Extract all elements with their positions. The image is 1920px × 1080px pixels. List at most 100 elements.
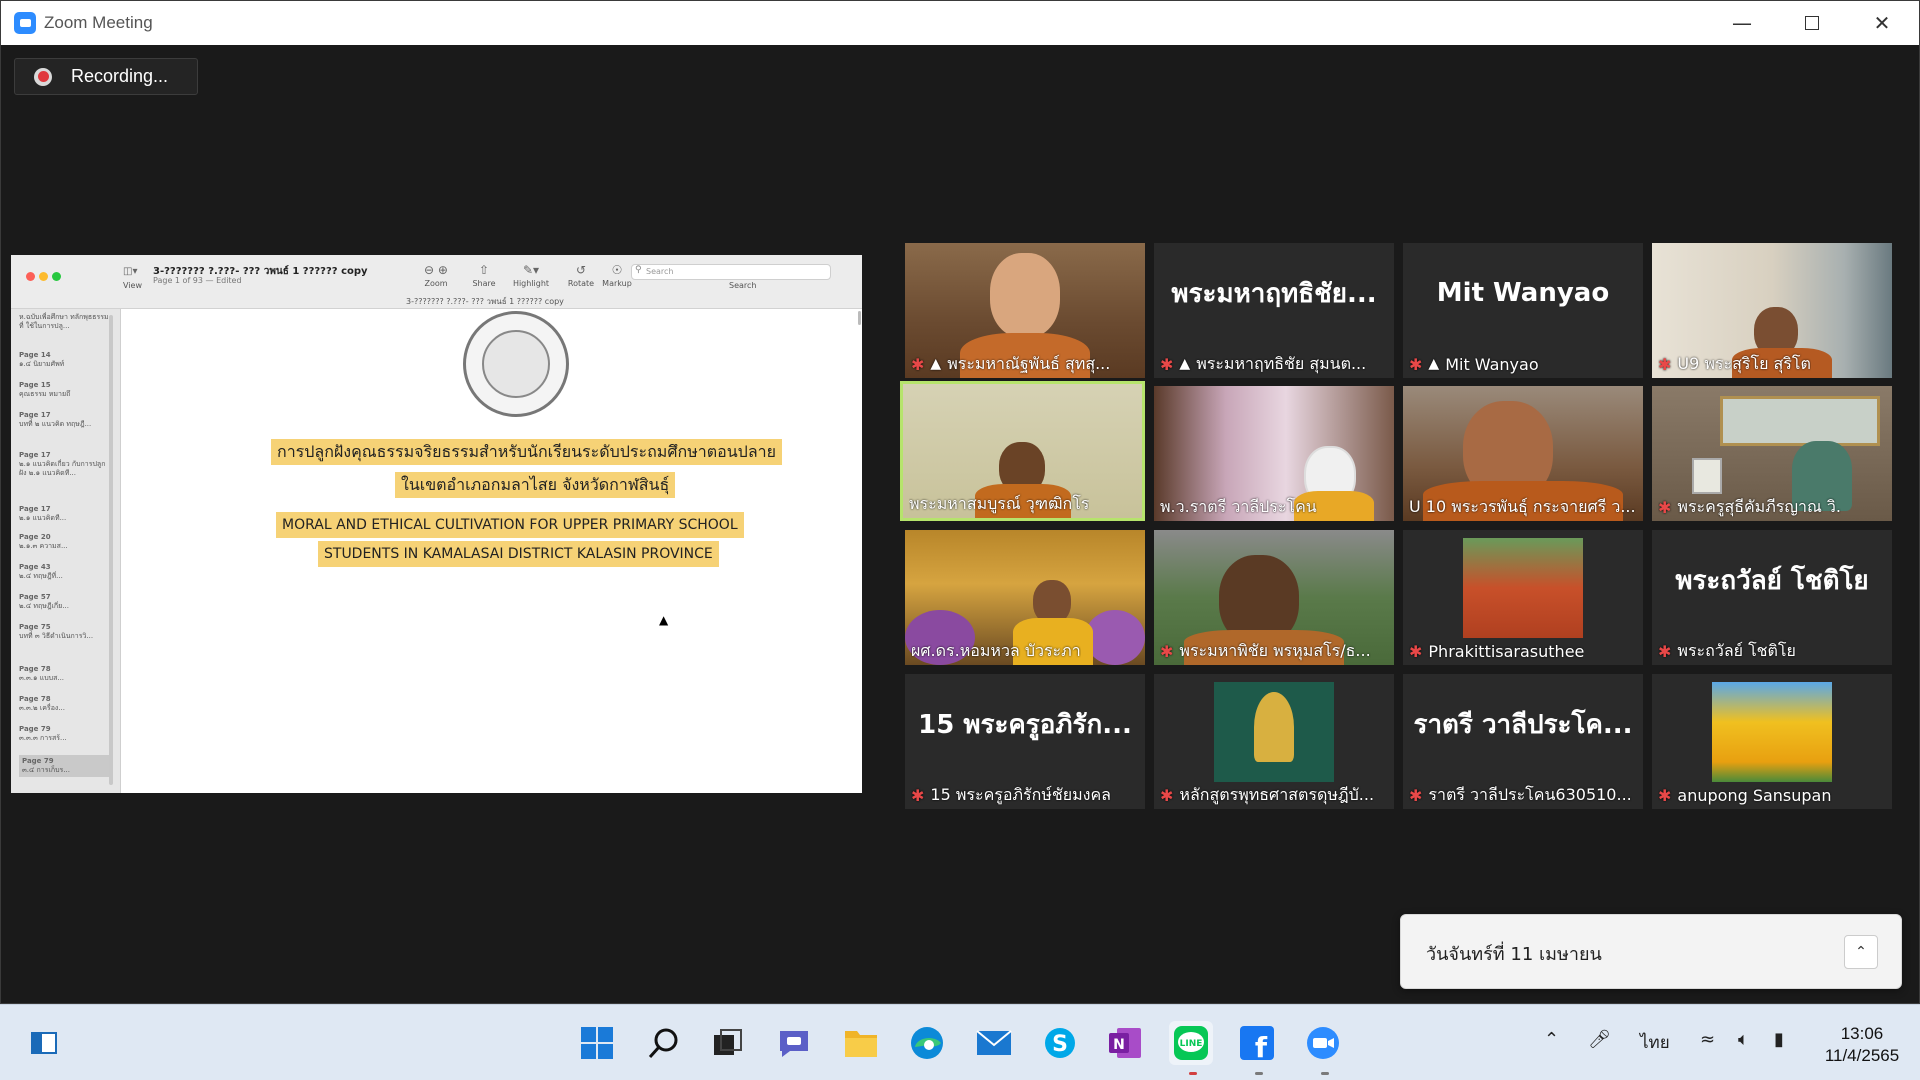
zoom-tool-label: Zoom (424, 279, 448, 288)
skype-button[interactable]: S (1038, 1021, 1082, 1065)
participant-tile[interactable]: ✱ หลักสูตรพุทธศาสตรดุษฎีบั... (1154, 674, 1394, 809)
sidebar-page: Page 78 (19, 695, 51, 703)
sidebar-entry[interactable]: Page 15 คุณธรรม หมายถึ (19, 381, 109, 399)
wifi-icon[interactable]: ≈ (1700, 1029, 1715, 1050)
sidebar-entry[interactable]: Page 78 ๓.๓.๒ เครื่อง... (19, 695, 109, 713)
zoom-app-icon (14, 12, 36, 34)
participant-name: ✱ ราตรี วาลีประโคน630510... (1409, 781, 1632, 809)
rotate-tool[interactable]: ↺ Rotate (561, 263, 601, 288)
edge-button[interactable] (905, 1021, 949, 1065)
sidebar-entry[interactable]: Page 43 ๒.๔ ทฤษฎีที่... (19, 563, 109, 581)
facebook-button[interactable]: f (1235, 1021, 1279, 1065)
expand-chevron-up-icon[interactable]: ⌃ (1844, 935, 1878, 969)
title-bar: Zoom Meeting — ✕ (1, 1, 1919, 45)
participant-tile[interactable]: ผศ.ดร.หอมหวล บัวระภา (905, 530, 1145, 665)
participant-name-text: พระมหาพิชัย พรหุมสโร/ธ... (1179, 640, 1371, 660)
highlight-tool[interactable]: ✎▾ Highlight (511, 263, 551, 288)
profile-picture (1463, 538, 1583, 638)
mac-minimize-dot[interactable] (39, 272, 48, 281)
participant-display-name: Mit Wanyao (1436, 278, 1610, 308)
document-name-center: 3-??????? ?.???- ??? วพนธ์ 1 ?????? copy (406, 297, 564, 306)
participant-tile[interactable]: Mit Wanyao ✱ ▲ Mit Wanyao (1403, 243, 1643, 378)
thumbnail-sidebar[interactable]: ห.ฉบับเพื่อศึกษา ทลักพุธธรรมที่ ใช้ในการ… (11, 309, 121, 793)
sidebar-toggle-icon[interactable]: ◫▾ (123, 266, 137, 277)
sidebar-entry[interactable]: Page 17 บทที่ ๒ แนวคิด ทฤษฎี... (19, 411, 109, 429)
pin-icon: ▲ (930, 356, 942, 372)
participant-tile-active-speaker[interactable]: พระมหาสมบูรณ์ วุฑฒิกโร (900, 381, 1145, 521)
mac-zoom-dot[interactable] (52, 272, 61, 281)
show-hidden-icons-chevron-up-icon[interactable]: ⌃ (1544, 1029, 1559, 1050)
task-view-button[interactable] (706, 1021, 750, 1065)
recording-indicator[interactable]: Recording... (14, 58, 198, 95)
sidebar-entry[interactable]: Page 17 ๒.๑ แนวคิดที... (19, 505, 109, 523)
share-tool[interactable]: ⇧ Share (464, 263, 504, 288)
microphone-icon[interactable]: 🎤︎ (1588, 1029, 1611, 1050)
taskbar-clock[interactable]: 13:06 11/4/2565 (1818, 1023, 1906, 1067)
participant-tile[interactable]: ✱ พระครูสุธีคัมภีรญาณ วิ. (1652, 386, 1892, 521)
participant-display-name: พระมหาฤทธิชัย... (1171, 278, 1377, 309)
mail-button[interactable] (972, 1021, 1016, 1065)
sidebar-entry[interactable]: Page 57 ๒.๔ ทฤษฎีเกี่ย... (19, 593, 109, 611)
sidebar-page: Page 20 (19, 533, 51, 541)
participant-name: พ.ว.ราตรี วาลีประโคน (1160, 493, 1317, 521)
widgets-button[interactable] (22, 1021, 66, 1065)
sidebar-entry[interactable]: Page 75 บทที่ ๓ วิธีดำเนินการวิ... (19, 623, 109, 641)
sidebar-page: Page 17 (19, 411, 51, 419)
clock-time: 13:06 (1840, 1024, 1884, 1043)
minimize-button[interactable]: — (1707, 1, 1777, 45)
onenote-button[interactable]: N (1103, 1021, 1147, 1065)
sidebar-entry[interactable]: Page 17 ๒.๑ แนวคิดเกี่ยว กับการปลูกฝัง ๒.… (19, 451, 109, 478)
shared-screen[interactable]: ◫▾ View 3-??????? ?.???- ??? วพนธ์ 1 ???… (11, 255, 862, 793)
participant-tile[interactable]: U 10 พระวรพันธุ์ กระจายศรี ว... (1403, 386, 1643, 521)
participant-tile[interactable]: ✱ พระมหาพิชัย พรหุมสโร/ธ... (1154, 530, 1394, 665)
participant-name-text: 15 พระครูอภิรักษ์ชัยมงคล (930, 784, 1111, 804)
sidebar-scrollbar[interactable] (109, 315, 113, 785)
zoom-tool[interactable]: ⊖ ⊕ Zoom (416, 263, 456, 288)
svg-text:S: S (1052, 1032, 1068, 1057)
sidebar-entry[interactable]: ห.ฉบับเพื่อศึกษา ทลักพุธธรรมที่ ใช้ในการ… (19, 313, 109, 331)
zoom-button[interactable] (1301, 1021, 1345, 1065)
mouse-cursor-icon: ▲ (659, 613, 669, 627)
preview-search-input[interactable]: Search (631, 264, 831, 280)
participant-name-text: U 10 พระวรพันธุ์ กระจายศรี ว... (1409, 496, 1636, 516)
windows-start-icon (581, 1027, 613, 1059)
battery-icon[interactable]: ▮ (1774, 1029, 1784, 1050)
mac-close-dot[interactable] (26, 272, 35, 281)
page-scrollbar[interactable] (858, 311, 861, 325)
participant-tile[interactable]: พระมหาฤทธิชัย... ✱ ▲ พระมหาฤทธิชัย สุมนต..… (1154, 243, 1394, 378)
muted-mic-icon: ✱ (1658, 354, 1672, 374)
teams-chat-button[interactable] (772, 1021, 816, 1065)
file-explorer-button[interactable] (839, 1021, 883, 1065)
flowers-right (1085, 610, 1145, 665)
portrait-frame (1692, 458, 1722, 494)
participant-name: ✱ หลักสูตรพุทธศาสตรดุษฎีบั... (1160, 781, 1374, 809)
participant-tile[interactable]: พระถวัลย์ โชติโย ✱ พระถวัลย์ โชติโย (1652, 530, 1892, 665)
sidebar-text: ๑.๔ นิยามศัพท์ (19, 360, 65, 368)
participant-tile[interactable]: ✱ anupong Sansupan (1652, 674, 1892, 809)
input-language[interactable]: ไทย (1640, 1029, 1670, 1056)
sidebar-entry[interactable]: Page 79 ๓.๓.๓ การสร้... (19, 725, 109, 743)
sidebar-entry[interactable]: Page 14 ๑.๔ นิยามศัพท์ (19, 351, 109, 369)
person-face (990, 253, 1060, 338)
participant-tile[interactable]: 15 พระครูอภิรัก... ✱ 15 พระครูอภิรักษ์ชัย… (905, 674, 1145, 809)
participant-tile[interactable]: ✱ ▲ พระมหาณัฐพันธ์ สุทสุ... (905, 243, 1145, 378)
sidebar-page: Page 79 (22, 757, 54, 765)
sidebar-entry-selected[interactable]: Page 79 ๓.๔ การเก็บร... (19, 755, 109, 777)
participant-tile[interactable]: ✱ Phrakittisarasuthee (1403, 530, 1643, 665)
start-button[interactable] (575, 1021, 619, 1065)
sidebar-entry[interactable]: Page 20 ๒.๑.๓ ความส... (19, 533, 109, 551)
line-button[interactable]: LINE (1169, 1021, 1213, 1065)
notification-text: วันจันทร์ที่ 11 เมษายน (1426, 944, 1602, 965)
volume-icon[interactable]: 🔈︎ (1738, 1029, 1749, 1050)
search-button[interactable] (642, 1021, 686, 1065)
muted-mic-icon: ✱ (1658, 497, 1672, 517)
sidebar-entry[interactable]: Page 78 ๓.๓.๑ แบบส... (19, 665, 109, 683)
participant-name: U 10 พระวรพันธุ์ กระจายศรี ว... (1409, 493, 1636, 521)
close-button[interactable]: ✕ (1847, 1, 1917, 45)
muted-mic-icon: ✱ (1658, 785, 1672, 805)
maximize-button[interactable] (1777, 1, 1847, 45)
date-notification[interactable]: วันจันทร์ที่ 11 เมษายน ⌃ (1400, 914, 1902, 989)
participant-tile[interactable]: ✱ U9 พระสุริโย สุริโต (1652, 243, 1892, 378)
participant-tile[interactable]: พ.ว.ราตรี วาลีประโคน (1154, 386, 1394, 521)
participant-tile[interactable]: ราตรี วาลีประโค... ✱ ราตรี วาลีประโคน6305… (1403, 674, 1643, 809)
